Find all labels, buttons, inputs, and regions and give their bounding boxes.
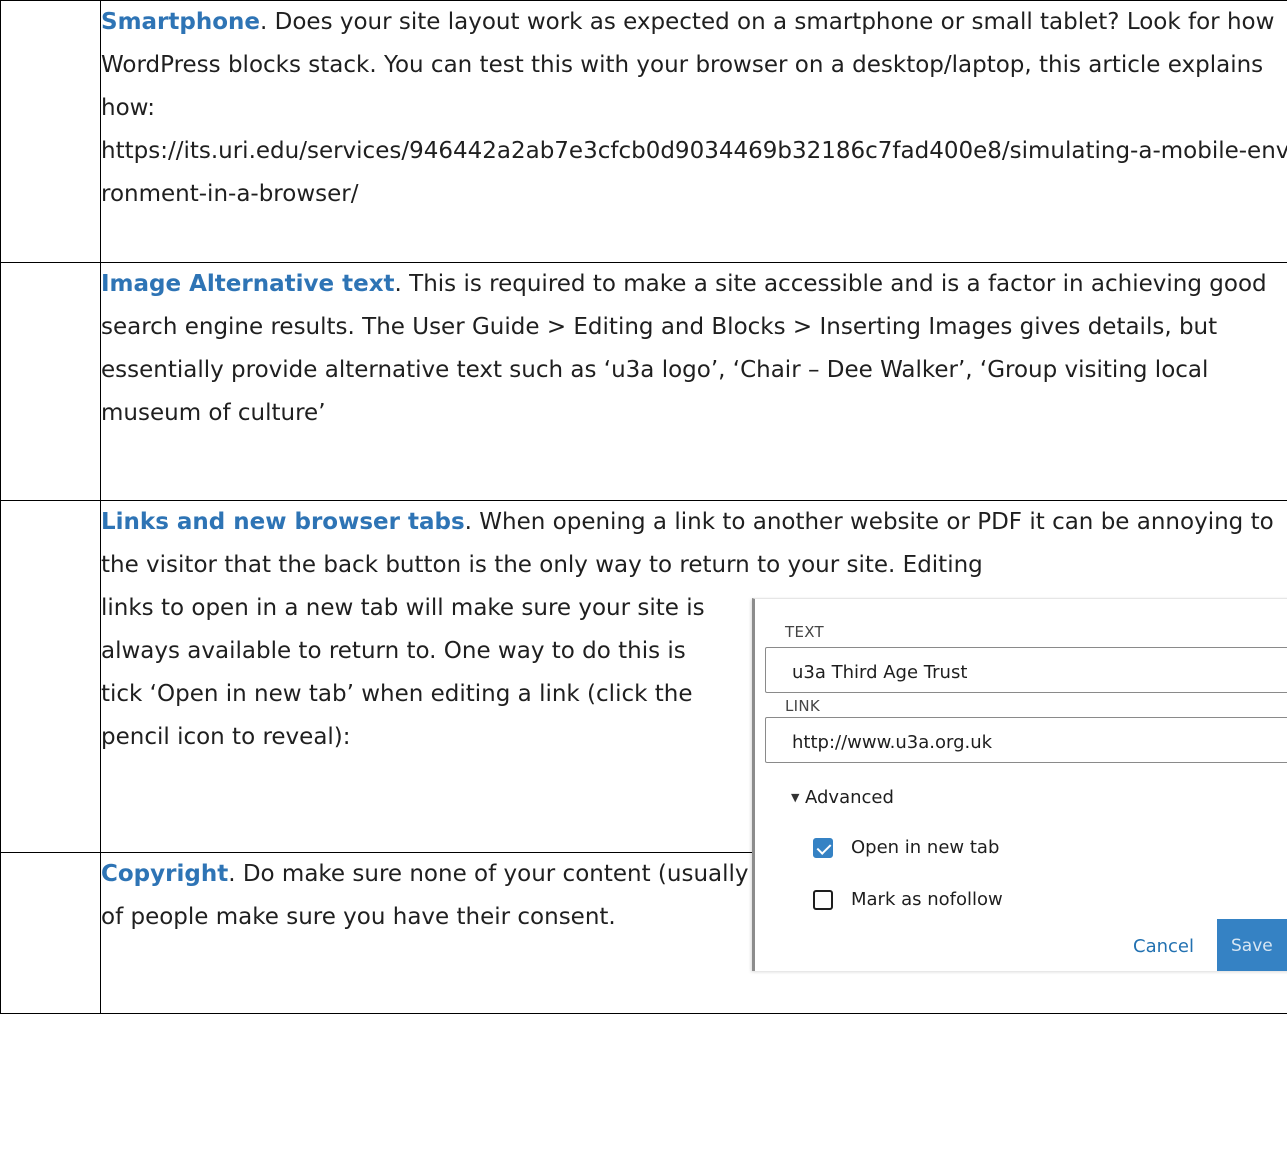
row-marker-cell bbox=[0, 0, 101, 263]
advanced-label: Advanced bbox=[805, 787, 894, 808]
row-marker-cell bbox=[0, 852, 101, 1014]
row-title: Image Alternative text bbox=[101, 271, 395, 297]
row-marker-cell bbox=[0, 500, 101, 853]
open-new-tab-label: Open in new tab bbox=[851, 837, 1000, 858]
row-marker-cell bbox=[0, 262, 101, 501]
row-side-text-block: links to open in a new tab will make sur… bbox=[101, 587, 711, 759]
row-side-text: links to open in a new tab will make sur… bbox=[101, 595, 705, 750]
row-title-suffix: . bbox=[394, 271, 402, 297]
row-title: Copyright bbox=[101, 861, 229, 887]
table-row: Image Alternative text. This is required… bbox=[0, 262, 1287, 501]
cancel-button[interactable]: Cancel bbox=[1133, 936, 1194, 957]
open-new-tab-checkbox[interactable] bbox=[813, 837, 833, 858]
save-button[interactable]: Save bbox=[1217, 919, 1287, 971]
row-content-cell: Image Alternative text. This is required… bbox=[100, 262, 1287, 501]
chevron-down-icon: ▼ bbox=[791, 791, 800, 804]
row-title: Links and new browser tabs bbox=[101, 509, 465, 535]
row-text: Does your site layout work as expected o… bbox=[101, 9, 1275, 121]
article-url: https://its.uri.edu/services/946442a2ab7… bbox=[101, 138, 1287, 207]
nofollow-checkbox[interactable] bbox=[813, 889, 833, 910]
open-new-tab-option[interactable]: Open in new tab bbox=[813, 837, 999, 858]
table-row: Smartphone. Does your site layout work a… bbox=[0, 0, 1287, 263]
link-settings-screenshot: TEXT u3a Third Age Trust LINK http://www… bbox=[752, 598, 1287, 971]
row-title-suffix: . bbox=[464, 509, 472, 535]
text-caption: TEXT bbox=[785, 623, 825, 641]
advanced-toggle[interactable]: ▼ Advanced bbox=[791, 787, 894, 808]
row-title: Smartphone bbox=[101, 9, 261, 35]
link-url-input[interactable]: http://www.u3a.org.uk bbox=[765, 717, 1287, 763]
nofollow-option[interactable]: Mark as nofollow bbox=[813, 889, 1003, 910]
row-content-cell: Smartphone. Does your site layout work a… bbox=[100, 0, 1287, 263]
link-text-input[interactable]: u3a Third Age Trust bbox=[765, 647, 1287, 693]
nofollow-label: Mark as nofollow bbox=[851, 889, 1003, 910]
row-title-suffix: . bbox=[228, 861, 236, 887]
link-caption: LINK bbox=[785, 697, 821, 715]
